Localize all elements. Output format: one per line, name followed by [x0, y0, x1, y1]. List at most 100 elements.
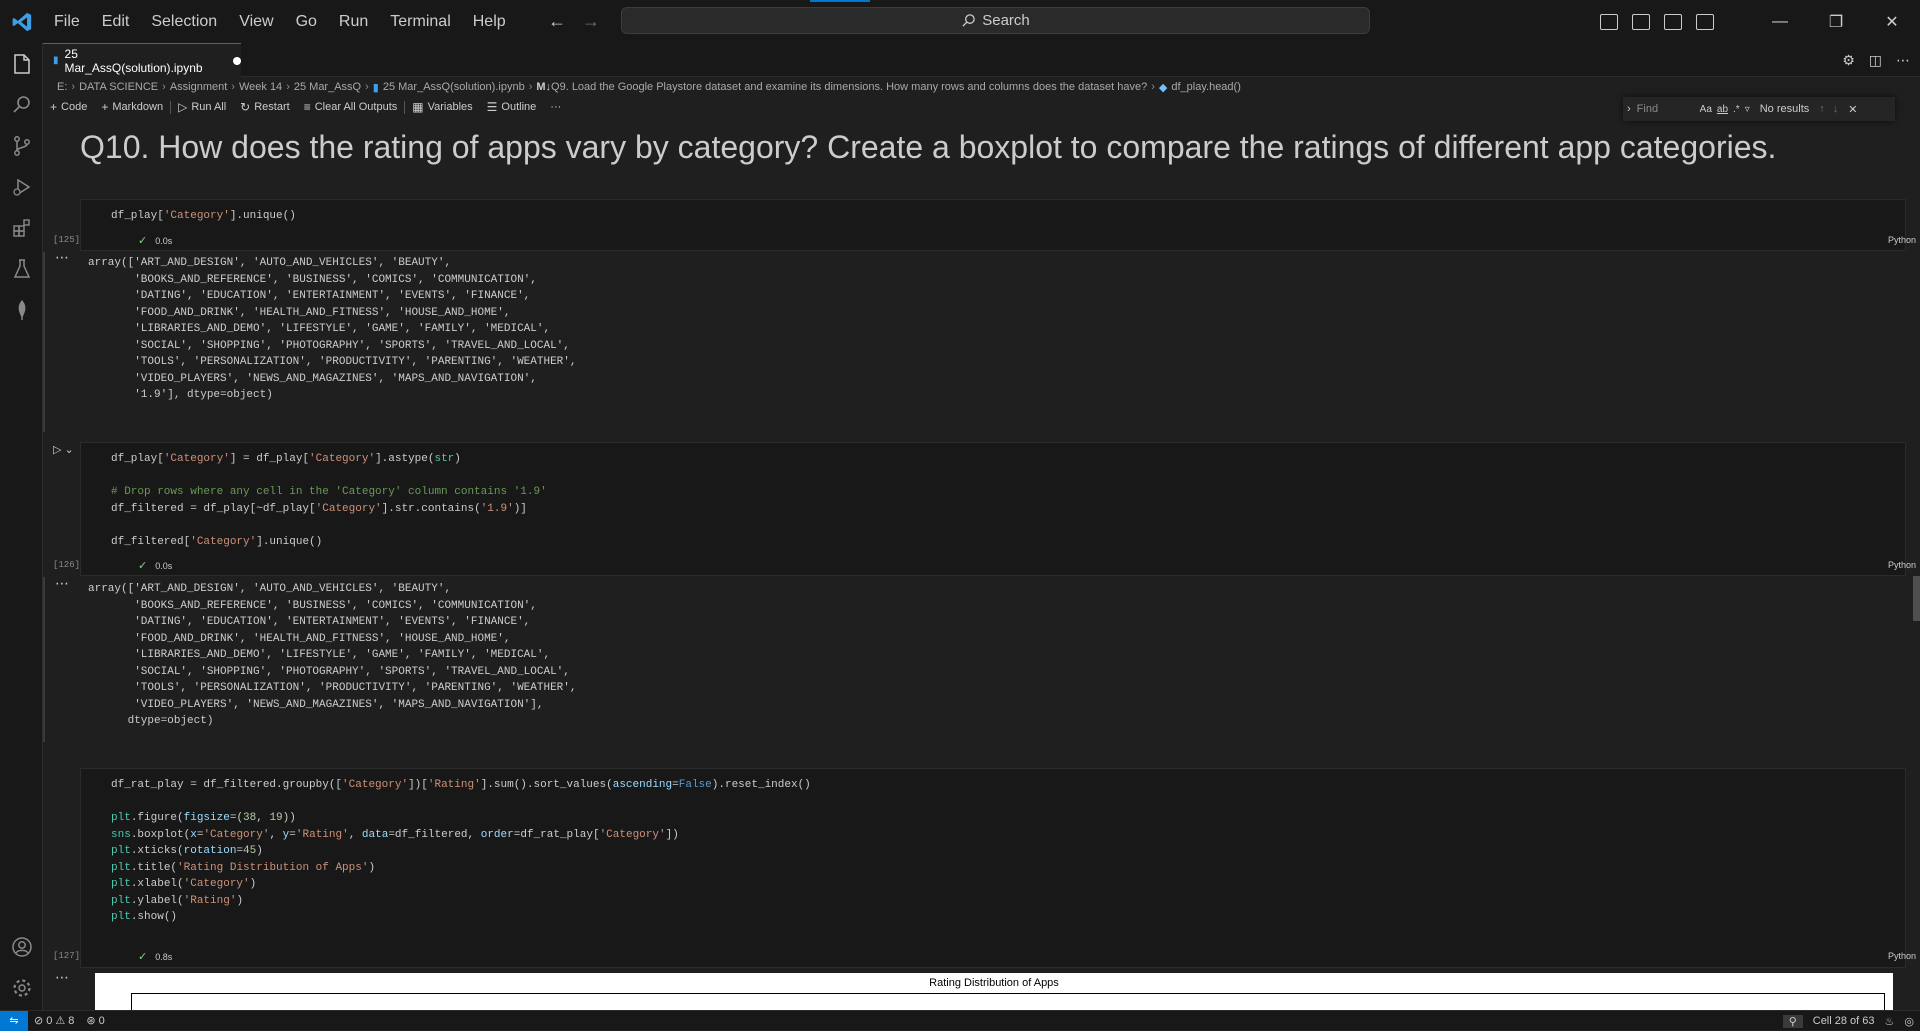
problems-indicator[interactable]: ⊘ 0 ⚠ 8 — [28, 1014, 80, 1028]
output-collapse-bar[interactable] — [43, 252, 45, 432]
split-editor-icon[interactable]: ◫ — [1869, 52, 1882, 69]
code-editor[interactable]: df_rat_play = df_filtered.groupby(['Cate… — [111, 777, 811, 926]
ports-indicator[interactable]: ⊛ 0 — [80, 1014, 110, 1028]
notebook-settings-gear-icon[interactable]: ⚙ — [1842, 52, 1855, 69]
window-controls: — ❐ ✕ — [1600, 0, 1920, 43]
code-cell[interactable]: df_play['Category'].unique() — [80, 199, 1906, 251]
menu-run[interactable]: Run — [328, 0, 379, 43]
breadcrumb-item[interactable]: Week 14 — [239, 81, 282, 93]
extensions-icon[interactable] — [0, 208, 43, 248]
menu-help[interactable]: Help — [462, 0, 517, 43]
plot-axes-frame — [131, 993, 1885, 1010]
close-icon[interactable]: ✕ — [1864, 12, 1920, 32]
tab-notebook[interactable]: ▮ 25 Mar_AssQ(solution).ipynb — [43, 43, 241, 77]
output-collapse-bar[interactable] — [43, 577, 45, 742]
more-toolbar-button[interactable]: ··· — [543, 101, 568, 113]
filter-icon[interactable]: ▿ — [1745, 104, 1750, 115]
clear-all-outputs-button[interactable]: ≡ Clear All Outputs — [297, 100, 405, 114]
match-whole-word-toggle[interactable]: ab — [1717, 104, 1728, 115]
add-code-cell-button[interactable]: + Code — [43, 100, 94, 114]
breadcrumb-item[interactable]: 25 Mar_AssQ(solution).ipynb — [383, 81, 525, 93]
copilot-icon[interactable]: ◎ — [1904, 1015, 1914, 1028]
menu-go[interactable]: Go — [285, 0, 328, 43]
chevron-right-icon: › — [365, 81, 369, 93]
toggle-panel-icon[interactable] — [1632, 13, 1650, 30]
execution-count: [127] — [53, 951, 81, 961]
cell-language[interactable]: Python — [1888, 951, 1916, 961]
execution-count: [125] — [53, 235, 81, 245]
vertical-scrollbar[interactable] — [1913, 576, 1920, 621]
menu-view[interactable]: View — [228, 0, 284, 43]
menu-file[interactable]: File — [43, 0, 91, 43]
restore-icon[interactable]: ❐ — [1808, 12, 1864, 32]
plus-icon: + — [101, 100, 109, 114]
back-arrow-icon[interactable]: ← — [548, 11, 566, 32]
search-icon — [962, 14, 976, 27]
cell-output: array(['ART_AND_DESIGN', 'AUTO_AND_VEHIC… — [88, 257, 577, 401]
code-editor[interactable]: df_play['Category'].unique() — [111, 208, 296, 225]
play-icon: ▷ — [178, 100, 188, 114]
toggle-replace-chevron-icon[interactable]: › — [1627, 103, 1631, 115]
add-markdown-cell-button[interactable]: + Markdown — [94, 100, 170, 114]
mongodb-leaf-icon[interactable] — [0, 290, 43, 330]
breadcrumb-item[interactable]: Assignment — [170, 81, 227, 93]
forward-arrow-icon[interactable]: → — [582, 11, 600, 32]
notifications-bell-icon[interactable]: ♨ — [1885, 1015, 1895, 1028]
chevron-right-icon: › — [71, 81, 76, 93]
menu-selection[interactable]: Selection — [140, 0, 228, 43]
accounts-icon[interactable] — [0, 927, 43, 967]
symbol-cube-icon: ◆ — [1158, 81, 1168, 94]
menu-terminal[interactable]: Terminal — [379, 0, 461, 43]
activity-bar — [0, 43, 43, 1010]
breadcrumb-item[interactable]: DATA SCIENCE — [79, 81, 158, 93]
more-actions-icon[interactable]: ⋯ — [1896, 52, 1910, 69]
output-more-icon[interactable]: ⋯ — [55, 249, 70, 266]
customize-layout-icon[interactable] — [1696, 13, 1714, 30]
previous-match-icon[interactable]: ↑ — [1819, 103, 1825, 115]
cell-position[interactable]: Cell 28 of 63 — [1813, 1015, 1875, 1027]
manage-gear-icon[interactable] — [0, 968, 43, 1008]
breadcrumb-item[interactable]: Q9. Load the Google Playstore dataset an… — [551, 81, 1147, 93]
command-center-search[interactable]: Search — [621, 7, 1370, 34]
testing-flask-icon[interactable] — [0, 249, 43, 289]
run-debug-icon[interactable] — [0, 167, 43, 207]
title-bar: File Edit Selection View Go Run Terminal… — [0, 0, 1920, 43]
breadcrumb-item[interactable]: df_play.head() — [1171, 81, 1241, 93]
match-case-toggle[interactable]: Aa — [1700, 104, 1712, 115]
cell-language[interactable]: Python — [1888, 560, 1916, 570]
run-all-button[interactable]: ▷ Run All — [171, 100, 233, 114]
menu-edit[interactable]: Edit — [91, 0, 141, 43]
output-more-icon[interactable]: ⋯ — [55, 575, 70, 592]
output-more-icon[interactable]: ⋯ — [55, 969, 70, 986]
chevron-right-icon: › — [528, 81, 533, 93]
cell-language[interactable]: Python — [1888, 235, 1916, 245]
markdown-cell-icon: M↓ — [536, 81, 552, 93]
unsaved-dot-icon[interactable] — [233, 56, 241, 65]
zoom-search-icon[interactable]: ⚲ — [1782, 1014, 1803, 1028]
plot-output: Rating Distribution of Apps — [95, 973, 1893, 1010]
close-find-icon[interactable]: ✕ — [1848, 103, 1857, 116]
vscode-logo-icon — [0, 0, 43, 43]
variables-button[interactable]: ▦ Variables — [405, 100, 479, 114]
run-cell-icon[interactable]: ▷ ⌄ — [53, 443, 74, 456]
plus-icon: + — [50, 100, 58, 114]
restart-button[interactable]: ↻ Restart — [233, 100, 297, 114]
check-icon: ✓ — [138, 560, 148, 572]
find-input[interactable]: Find — [1637, 101, 1695, 117]
breadcrumb-item[interactable]: 25 Mar_AssQ — [294, 81, 361, 93]
remote-indicator-icon[interactable]: ⇋ — [0, 1010, 28, 1031]
explorer-icon[interactable] — [0, 44, 43, 84]
breadcrumb-item[interactable]: E: — [57, 81, 67, 93]
toggle-secondary-sidebar-icon[interactable] — [1664, 13, 1682, 30]
notebook-file-icon: ▮ — [372, 81, 379, 94]
source-control-icon[interactable] — [0, 126, 43, 166]
minimize-icon[interactable]: — — [1752, 13, 1808, 31]
toggle-primary-sidebar-icon[interactable] — [1600, 13, 1618, 30]
code-cell[interactable]: df_play['Category'] = df_play['Category'… — [80, 442, 1906, 576]
outline-button[interactable]: ☰ Outline — [480, 100, 544, 114]
use-regex-toggle[interactable]: .* — [1733, 104, 1740, 115]
next-match-icon[interactable]: ↓ — [1833, 103, 1839, 115]
code-editor[interactable]: df_play['Category'] = df_play['Category'… — [111, 451, 547, 550]
search-view-icon[interactable] — [0, 85, 43, 125]
code-cell[interactable]: df_rat_play = df_filtered.groupby(['Cate… — [80, 768, 1906, 968]
